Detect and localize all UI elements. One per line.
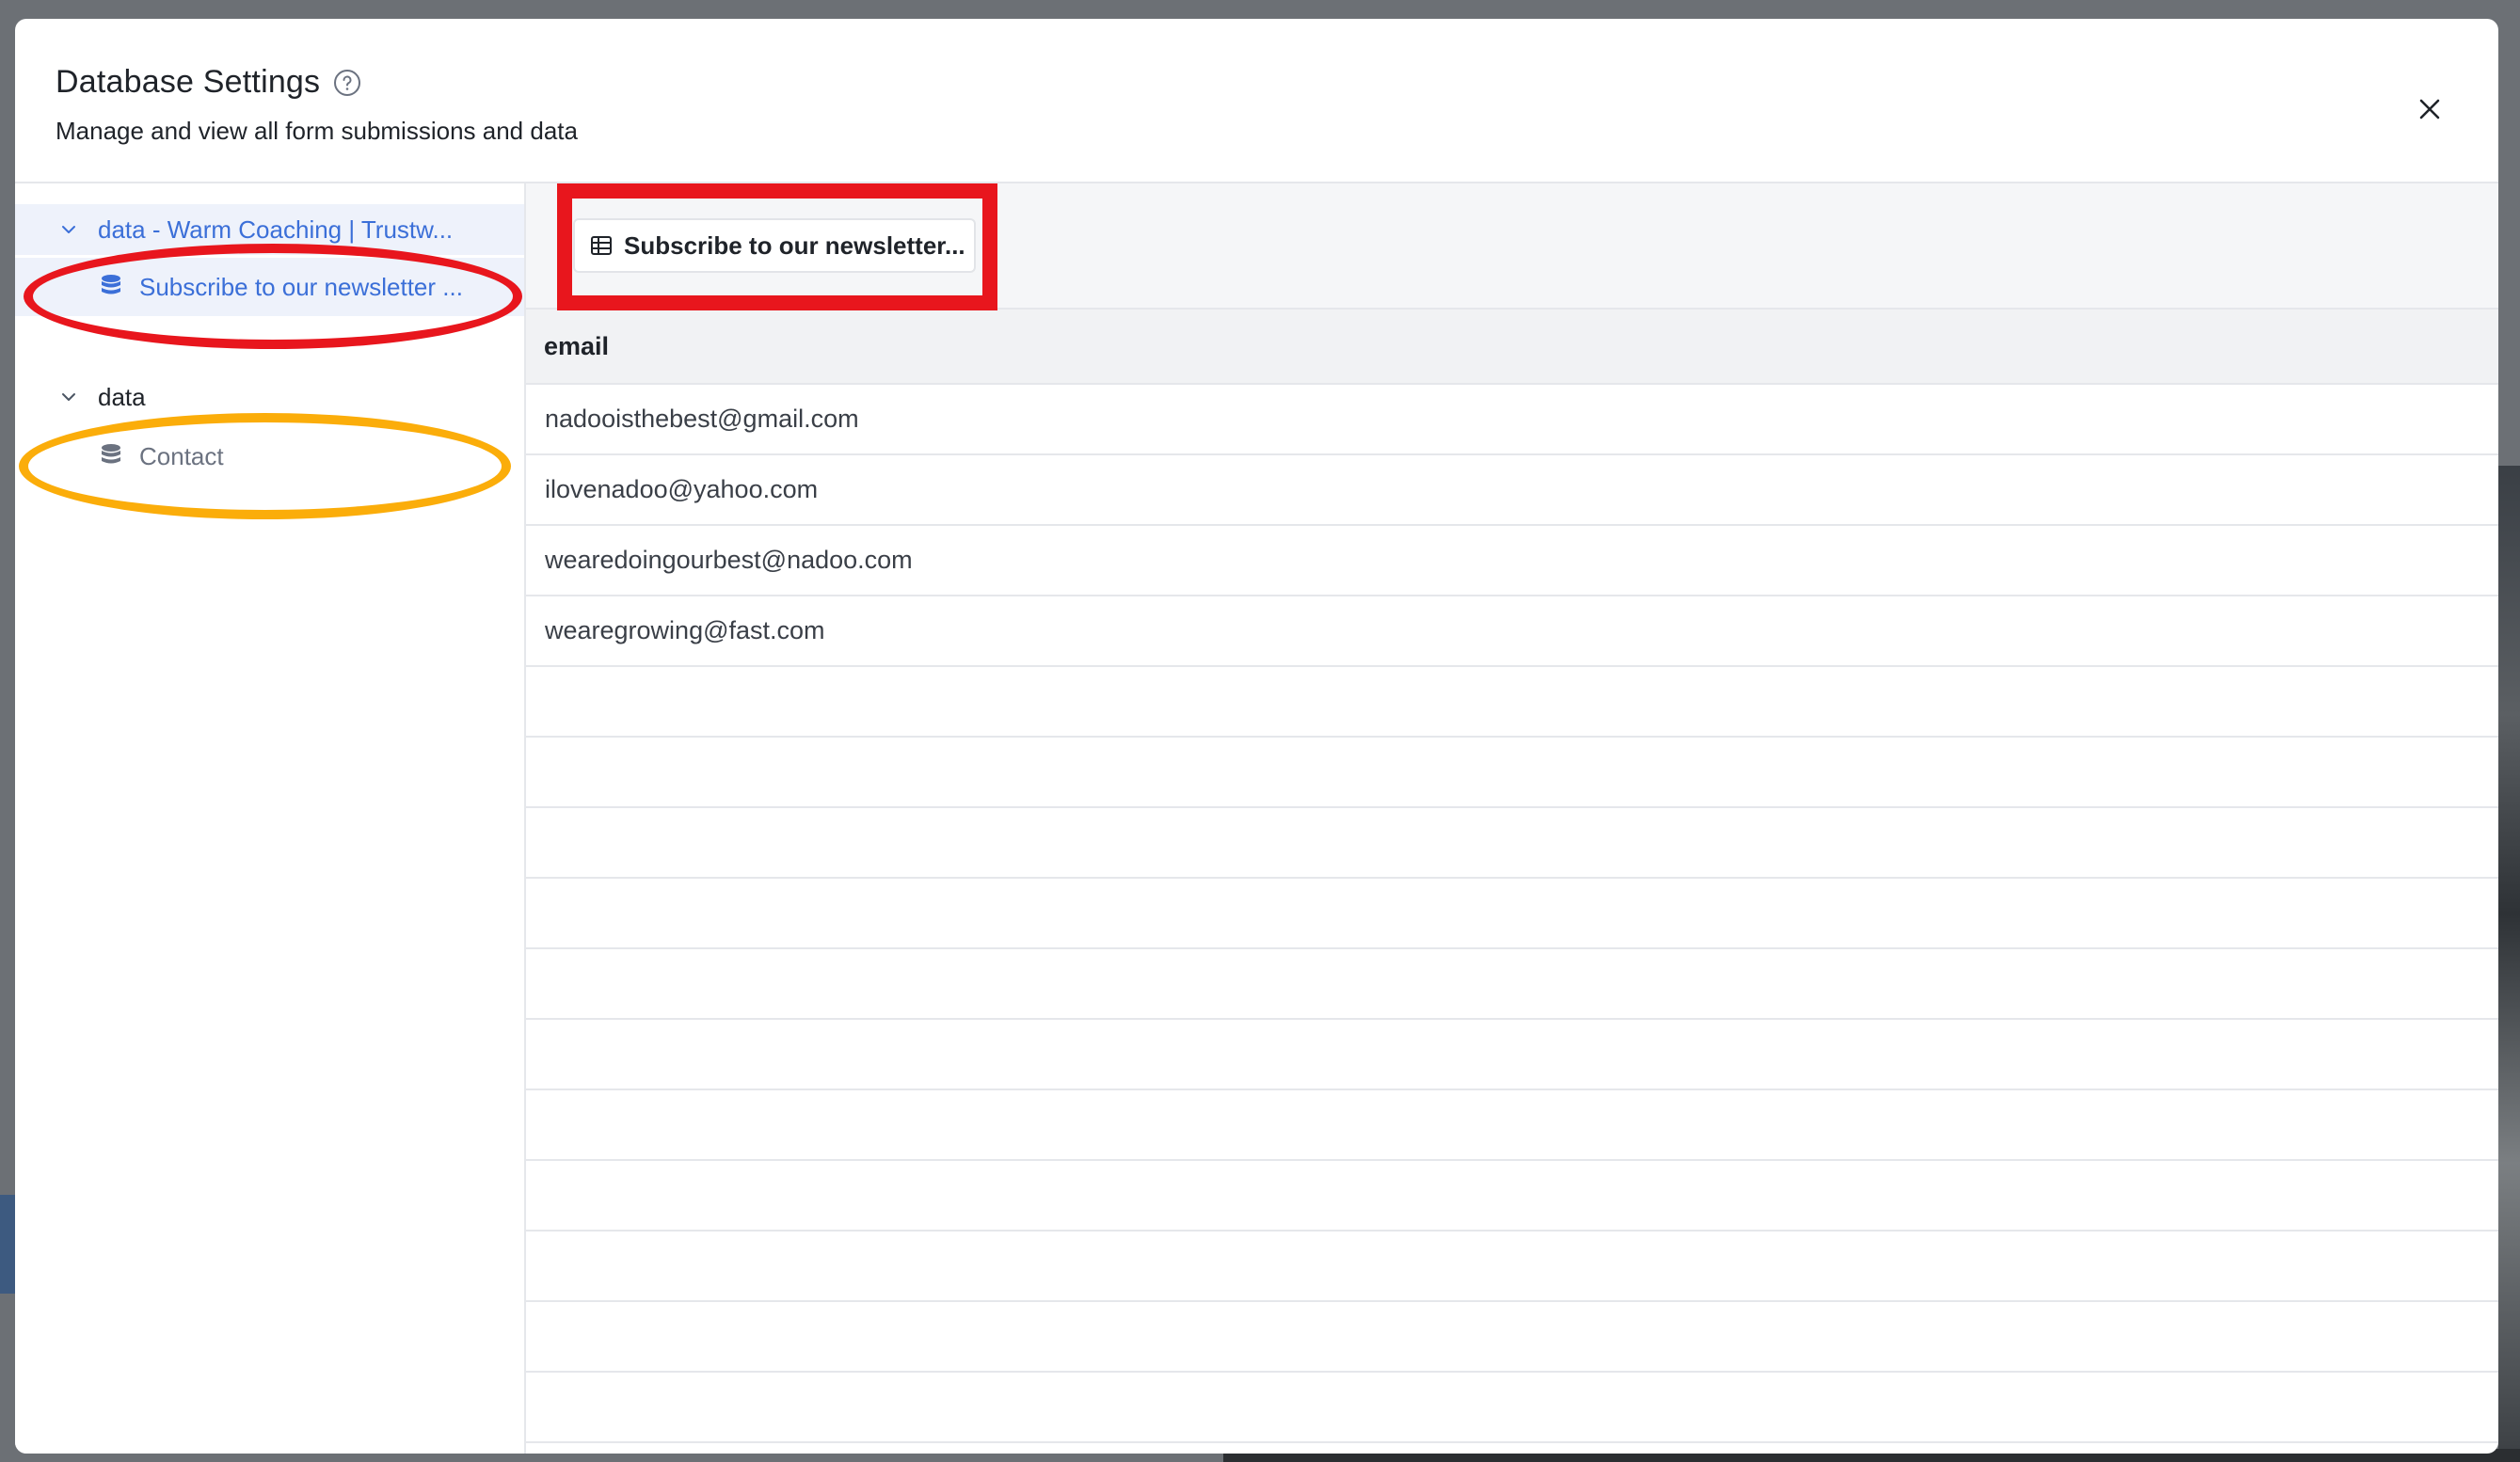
sidebar: data - Warm Coaching | Trustw... Subscri…: [15, 183, 526, 1454]
table-row[interactable]: wearedoingourbest@nadoo.com: [526, 526, 2498, 596]
empty-row: [526, 667, 2498, 738]
table-row[interactable]: nadooisthebest@gmail.com: [526, 385, 2498, 455]
close-button[interactable]: [2411, 90, 2448, 128]
sidebar-item-label: Contact: [139, 441, 224, 470]
empty-row: [526, 1373, 2498, 1443]
table-row[interactable]: ilovenadoo@yahoo.com: [526, 455, 2498, 526]
table-grid-icon: [591, 236, 612, 255]
sidebar-item-contact[interactable]: Contact: [15, 427, 524, 485]
help-circle-icon[interactable]: [333, 69, 361, 97]
tab-subscribe-newsletter[interactable]: Subscribe to our newsletter...: [573, 218, 976, 273]
table-header: email: [526, 310, 2498, 385]
modal-title: Database Settings: [56, 64, 321, 100]
background-button-edge: [0, 1195, 15, 1294]
table-cell-email: wearedoingourbest@nadoo.com: [545, 546, 913, 574]
sidebar-group-label: data - Warm Coaching | Trustw...: [98, 215, 454, 244]
chevron-down-icon: [62, 393, 75, 401]
table-cell-email: nadooisthebest@gmail.com: [545, 405, 859, 433]
sidebar-group-data[interactable]: data: [15, 372, 524, 422]
database-icon: [102, 444, 120, 464]
empty-row: [526, 1161, 2498, 1232]
table-cell-email: ilovenadoo@yahoo.com: [545, 475, 819, 503]
modal-subtitle: Manage and view all form submissions and…: [56, 117, 578, 145]
sidebar-item-label: Subscribe to our newsletter ...: [139, 272, 463, 301]
table-tab-bar: Subscribe to our newsletter...: [526, 183, 2498, 310]
table-cell-email: wearegrowing@fast.com: [545, 616, 825, 644]
sidebar-group-warm-coaching[interactable]: data - Warm Coaching | Trustw...: [15, 204, 524, 255]
sidebar-item-subscribe-newsletter[interactable]: Subscribe to our newsletter ...: [15, 258, 524, 316]
submissions-table: email nadooisthebest@gmail.com ilovenado…: [526, 310, 2498, 1443]
modal-header: Database Settings Manage and view all fo…: [15, 19, 2498, 183]
close-icon: [2419, 99, 2440, 119]
database-settings-modal: Database Settings Manage and view all fo…: [15, 19, 2498, 1454]
empty-row: [526, 949, 2498, 1020]
empty-row: [526, 738, 2498, 808]
empty-row: [526, 879, 2498, 949]
chevron-down-icon: [62, 226, 75, 233]
tab-label: Subscribe to our newsletter...: [624, 230, 965, 260]
empty-row: [526, 1090, 2498, 1161]
column-header-email[interactable]: email: [544, 332, 609, 361]
table-row[interactable]: wearegrowing@fast.com: [526, 596, 2498, 667]
empty-row: [526, 1020, 2498, 1090]
empty-row: [526, 808, 2498, 879]
database-icon: [102, 275, 120, 294]
sidebar-group-label: data: [98, 382, 146, 411]
empty-row: [526, 1232, 2498, 1302]
background-photo: [2498, 466, 2520, 1462]
empty-row: [526, 1302, 2498, 1373]
main-panel: Subscribe to our newsletter... email nad…: [526, 183, 2498, 1454]
